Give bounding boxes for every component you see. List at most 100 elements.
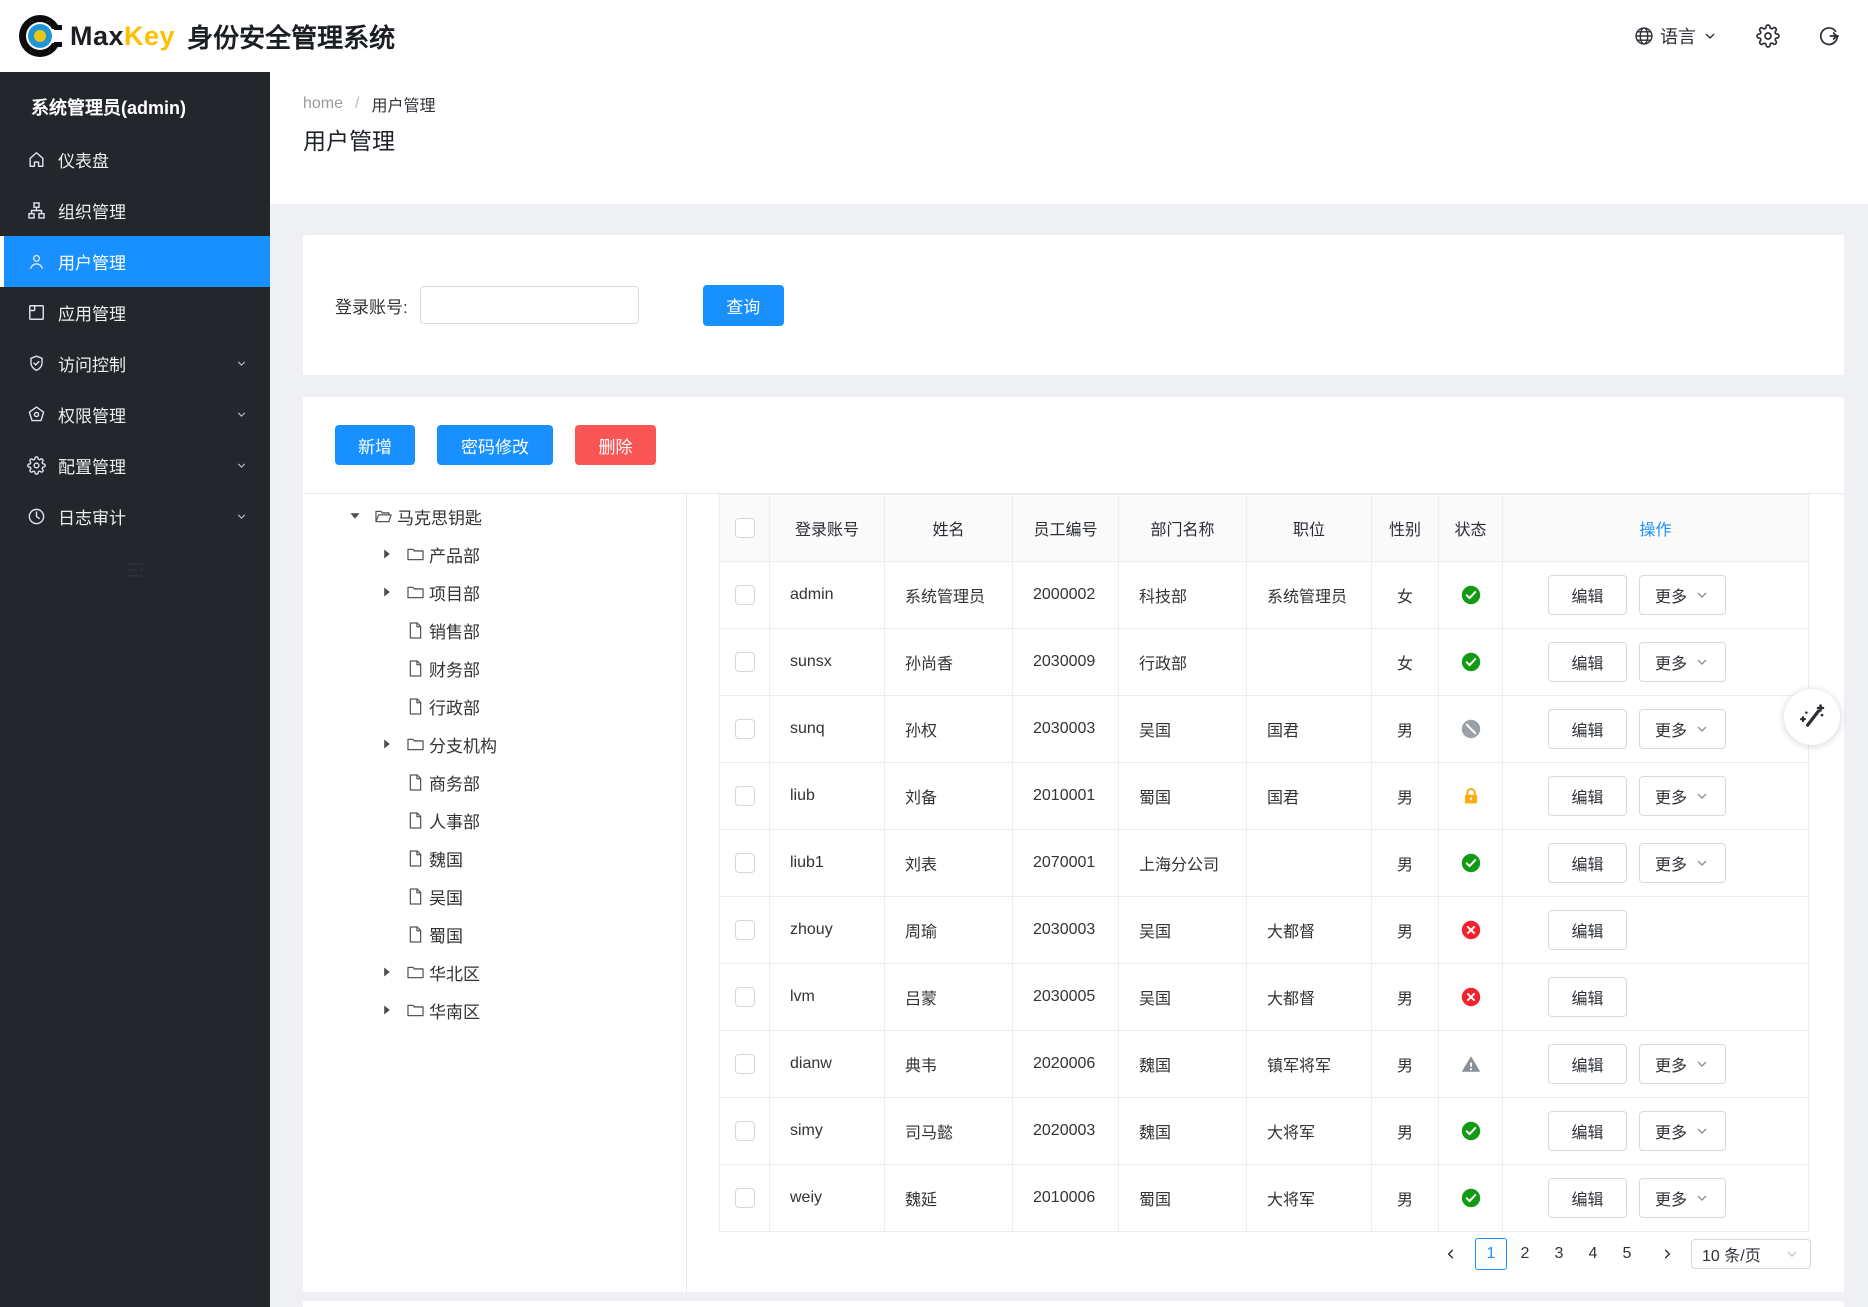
next-page-button[interactable] <box>1657 1247 1677 1261</box>
tree-node[interactable]: 行政部 <box>303 687 686 725</box>
chevron-down-icon <box>1702 28 1718 44</box>
tree-node[interactable]: 马克思钥匙 <box>303 497 686 535</box>
more-button[interactable]: 更多 <box>1639 709 1726 749</box>
table-row: liub1 刘表 2070001 上海分公司 男 编辑 更多 <box>719 830 1809 897</box>
edit-button[interactable]: 编辑 <box>1548 843 1627 883</box>
more-button[interactable]: 更多 <box>1639 642 1726 682</box>
sidebar-item-user[interactable]: 用户管理 <box>0 236 270 287</box>
more-button[interactable]: 更多 <box>1639 1044 1726 1084</box>
row-checkbox[interactable] <box>735 987 755 1007</box>
tree-node[interactable]: 魏国 <box>303 839 686 877</box>
add-button[interactable]: 新增 <box>335 425 415 465</box>
breadcrumb-current: 用户管理 <box>371 92 435 116</box>
edit-button[interactable]: 编辑 <box>1548 776 1627 816</box>
tree-node[interactable]: 项目部 <box>303 573 686 611</box>
row-checkbox[interactable] <box>735 585 755 605</box>
edit-button[interactable]: 编辑 <box>1548 709 1627 749</box>
page-button-4[interactable]: 4 <box>1577 1238 1609 1270</box>
cell-status <box>1438 696 1502 762</box>
tree-node[interactable]: 人事部 <box>303 801 686 839</box>
sidebar-item-app[interactable]: 应用管理 <box>0 287 270 338</box>
cell-position: 大都督 <box>1246 964 1371 1030</box>
edit-button[interactable]: 编辑 <box>1548 575 1627 615</box>
cell-employee-id: 2020003 <box>1012 1098 1118 1164</box>
sidebar-item-access[interactable]: 访问控制 <box>0 338 270 389</box>
cell-employee-id: 2010006 <box>1012 1165 1118 1231</box>
sidebar-item-permission[interactable]: 权限管理 <box>0 389 270 440</box>
page-button-3[interactable]: 3 <box>1543 1238 1575 1270</box>
user-icon <box>27 252 46 271</box>
cell-gender: 男 <box>1371 696 1438 762</box>
edit-button[interactable]: 编辑 <box>1548 1178 1627 1218</box>
delete-button[interactable]: 删除 <box>575 425 656 465</box>
cell-department: 吴国 <box>1118 964 1246 1030</box>
tree-node[interactable]: 产品部 <box>303 535 686 573</box>
cell-account: liub1 <box>769 830 884 896</box>
edit-button[interactable]: 编辑 <box>1548 1044 1627 1084</box>
more-button[interactable]: 更多 <box>1639 843 1726 883</box>
chevron-down-icon <box>1694 654 1710 670</box>
row-checkbox[interactable] <box>735 1188 755 1208</box>
sidebar-item-audit[interactable]: 日志审计 <box>0 491 270 542</box>
edit-button[interactable]: 编辑 <box>1548 642 1627 682</box>
more-button[interactable]: 更多 <box>1639 1178 1726 1218</box>
status-active-icon <box>1461 1188 1481 1208</box>
caret-right-icon[interactable] <box>380 547 394 561</box>
sidebar-item-config[interactable]: 配置管理 <box>0 440 270 491</box>
page-button-5[interactable]: 5 <box>1611 1238 1643 1270</box>
app-icon <box>27 303 46 322</box>
cell-position: 大将军 <box>1246 1098 1371 1164</box>
brand-key: Key <box>124 21 175 51</box>
row-checkbox[interactable] <box>735 786 755 806</box>
edit-button[interactable]: 编辑 <box>1548 910 1627 950</box>
row-checkbox[interactable] <box>735 1054 755 1074</box>
tree-node[interactable]: 华北区 <box>303 953 686 991</box>
tree-node-label: 华北区 <box>429 960 480 985</box>
tree-node[interactable]: 财务部 <box>303 649 686 687</box>
more-button[interactable]: 更多 <box>1639 1111 1726 1151</box>
audit-icon <box>27 507 46 526</box>
select-all-checkbox[interactable] <box>735 518 755 538</box>
settings-gear-icon[interactable] <box>1756 24 1780 48</box>
row-checkbox[interactable] <box>735 1121 755 1141</box>
sidebar-item-dashboard[interactable]: 仪表盘 <box>0 134 270 185</box>
edit-button[interactable]: 编辑 <box>1548 1111 1627 1151</box>
login-account-input[interactable] <box>420 286 639 324</box>
caret-right-icon[interactable] <box>380 585 394 599</box>
cell-actions: 编辑 更多 <box>1502 629 1809 695</box>
change-password-button[interactable]: 密码修改 <box>437 425 553 465</box>
breadcrumb-home-link[interactable]: home <box>303 95 343 113</box>
edit-button[interactable]: 编辑 <box>1548 977 1627 1017</box>
cell-account: liub <box>769 763 884 829</box>
cell-account: zhouy <box>769 897 884 963</box>
page-button-2[interactable]: 2 <box>1509 1238 1541 1270</box>
more-button[interactable]: 更多 <box>1639 776 1726 816</box>
page-button-1[interactable]: 1 <box>1475 1238 1507 1270</box>
logout-icon[interactable] <box>1818 25 1840 47</box>
page-size-select[interactable]: 10 条/页 <box>1691 1239 1811 1269</box>
tree-node[interactable]: 华南区 <box>303 991 686 1029</box>
caret-right-icon[interactable] <box>380 737 394 751</box>
row-checkbox[interactable] <box>735 652 755 672</box>
language-switcher[interactable]: 语言 <box>1634 23 1718 49</box>
prev-page-button[interactable] <box>1441 1247 1461 1261</box>
row-checkbox[interactable] <box>735 719 755 739</box>
tree-node[interactable]: 吴国 <box>303 877 686 915</box>
query-button[interactable]: 查询 <box>703 285 784 326</box>
cell-name: 司马懿 <box>884 1098 1012 1164</box>
row-checkbox[interactable] <box>735 853 755 873</box>
sidebar-item-org[interactable]: 组织管理 <box>0 185 270 236</box>
tree-node[interactable]: 商务部 <box>303 763 686 801</box>
caret-right-icon[interactable] <box>380 1003 394 1017</box>
tree-node[interactable]: 蜀国 <box>303 915 686 953</box>
tree-node[interactable]: 销售部 <box>303 611 686 649</box>
cell-account: sunq <box>769 696 884 762</box>
status-active-icon <box>1461 585 1481 605</box>
caret-right-icon[interactable] <box>380 965 394 979</box>
menu-fold-button[interactable] <box>0 546 270 594</box>
caret-down-icon[interactable] <box>348 509 362 523</box>
tree-node[interactable]: 分支机构 <box>303 725 686 763</box>
row-checkbox[interactable] <box>735 920 755 940</box>
cell-department: 行政部 <box>1118 629 1246 695</box>
more-button[interactable]: 更多 <box>1639 575 1726 615</box>
